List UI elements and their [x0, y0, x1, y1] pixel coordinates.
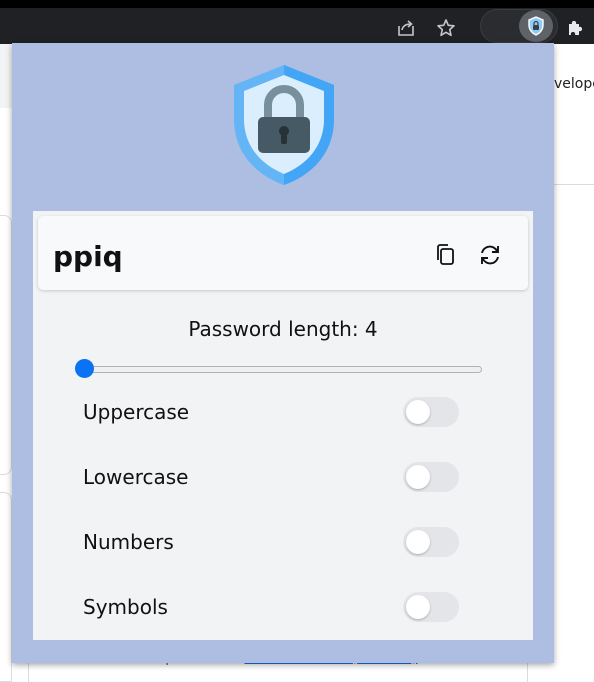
- option-numbers: Numbers: [83, 527, 459, 559]
- generator-panel: ppiq Password length: 4 Uppercase Lowerc…: [33, 211, 533, 640]
- page-divider: [554, 184, 594, 185]
- option-label: Symbols: [83, 595, 168, 619]
- option-uppercase: Uppercase: [83, 397, 459, 429]
- password-display: ppiq: [38, 216, 528, 290]
- toggle-knob: [406, 595, 430, 619]
- share-icon[interactable]: [394, 16, 418, 40]
- puzzle-icon[interactable]: [563, 16, 587, 40]
- shield-lock-icon: [228, 61, 340, 189]
- password-length-label: Password length: 4: [188, 317, 378, 341]
- option-lowercase: Lowercase: [83, 462, 459, 494]
- toggle-knob: [406, 465, 430, 489]
- extension-shield-icon[interactable]: [519, 10, 553, 42]
- option-label: Uppercase: [83, 400, 190, 424]
- password-length-slider[interactable]: [75, 359, 482, 378]
- extension-popup: ppiq Password length: 4 Uppercase Lowerc…: [12, 43, 554, 663]
- option-symbols: Symbols: [83, 592, 459, 624]
- slider-thumb[interactable]: [75, 359, 94, 378]
- option-label: Lowercase: [83, 465, 189, 489]
- generated-password: ppiq: [53, 240, 123, 273]
- toggle-knob: [406, 400, 430, 424]
- lowercase-toggle[interactable]: [403, 462, 459, 492]
- numbers-toggle[interactable]: [403, 527, 459, 557]
- copy-icon[interactable]: [430, 240, 460, 270]
- star-icon[interactable]: [434, 16, 458, 40]
- refresh-icon[interactable]: [475, 240, 505, 270]
- uppercase-toggle[interactable]: [403, 397, 459, 427]
- symbols-toggle[interactable]: [403, 592, 459, 622]
- page-card-edge: [0, 215, 12, 475]
- slider-track[interactable]: [84, 366, 482, 373]
- page-card-edge: [0, 492, 12, 682]
- option-label: Numbers: [83, 530, 174, 554]
- toggle-knob: [406, 530, 430, 554]
- browser-toolbar: [0, 0, 594, 44]
- page-background-text: velope: [554, 76, 594, 92]
